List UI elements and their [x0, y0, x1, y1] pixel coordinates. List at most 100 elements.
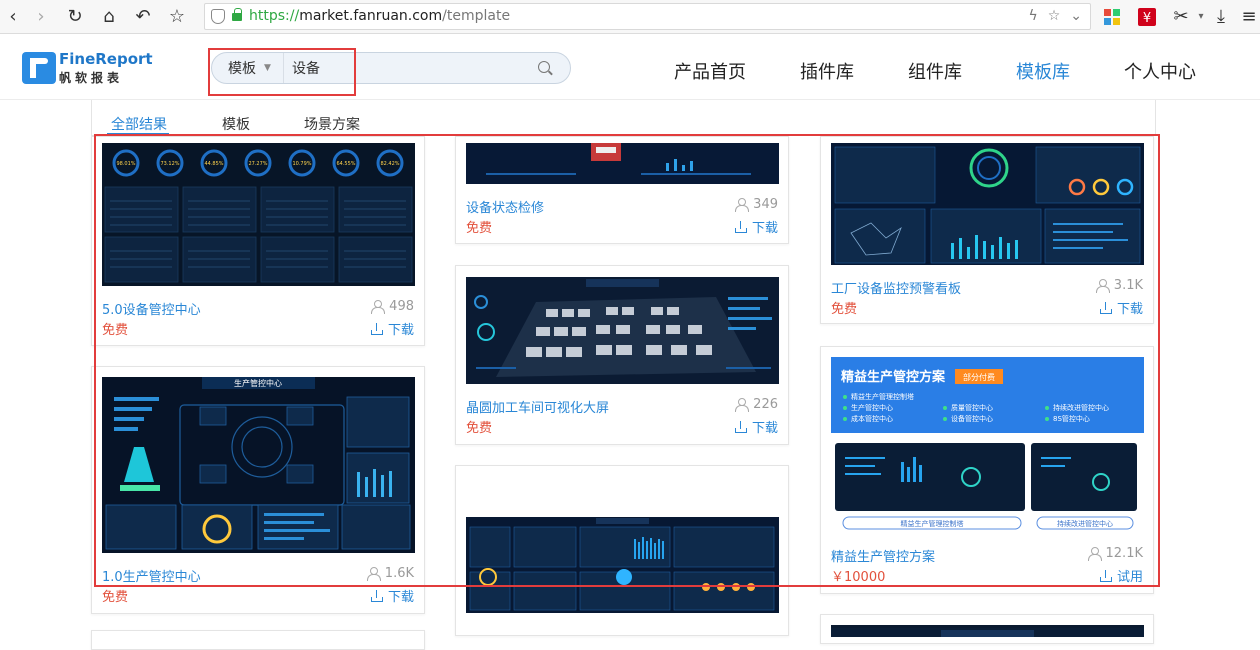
nav-templates[interactable]: 模板库: [1016, 58, 1070, 84]
address-actions: ϟ ☆ ⌄: [1028, 8, 1082, 24]
scissors-menu-icon[interactable]: ▾: [1190, 6, 1212, 28]
card-title[interactable]: 设备状态检修: [466, 197, 544, 216]
tab-scenario-solutions[interactable]: 场景方案: [304, 114, 360, 134]
scissors-icon[interactable]: ✂: [1170, 6, 1192, 28]
svg-text:8S管控中心: 8S管控中心: [1053, 414, 1090, 423]
trial-button[interactable]: 试用: [1099, 566, 1143, 585]
nav-home[interactable]: 产品首页: [674, 58, 746, 84]
chevron-down-icon[interactable]: ⌄: [1070, 8, 1082, 24]
template-card[interactable]: 工厂设备监控预警看板 免费 3.1K 下载: [820, 136, 1154, 324]
card-views: 12.1K: [1087, 546, 1143, 561]
forward-icon[interactable]: ›: [30, 6, 52, 28]
tab-all-results[interactable]: 全部结果: [111, 114, 167, 134]
download-icon: [370, 589, 383, 602]
template-thumbnail[interactable]: 生产管控中心: [102, 377, 415, 553]
template-thumbnail[interactable]: [831, 143, 1144, 265]
logo-icon[interactable]: [22, 52, 56, 84]
reload-icon[interactable]: ↻: [64, 6, 86, 28]
kpi-value: 73.12%: [160, 161, 179, 167]
back-icon[interactable]: ‹: [2, 6, 24, 28]
download-icon: [734, 420, 747, 433]
address-bar[interactable]: https://market.fanruan.com/template ϟ ☆ …: [204, 3, 1091, 30]
thumb-title: 精益生产管控方案: [841, 369, 946, 385]
card-views: 226: [735, 397, 778, 412]
card-price: ￥10000: [831, 570, 886, 585]
bookmark-star-icon[interactable]: ☆: [166, 6, 188, 28]
extension-icon[interactable]: ¥: [1136, 6, 1158, 28]
card-title[interactable]: 晶圆加工车间可视化大屏: [466, 397, 609, 416]
template-thumbnail[interactable]: 98.01% 73.12% 44.85% 27.27% 10.79% 64.55% 8…: [102, 143, 415, 286]
template-thumbnail[interactable]: [466, 143, 779, 184]
card-price: 免费: [831, 302, 858, 317]
card-price: 免费: [466, 221, 493, 236]
shield-icon: [211, 9, 225, 24]
menu-icon[interactable]: ≡: [1238, 6, 1260, 28]
download-button[interactable]: 下载: [370, 319, 414, 338]
template-thumbnail[interactable]: [831, 625, 1144, 637]
template-thumbnail[interactable]: [466, 277, 779, 384]
template-card[interactable]: 设备状态检修 免费 349 下载: [455, 136, 789, 244]
download-button[interactable]: 下载: [734, 417, 778, 436]
windows-grid-icon[interactable]: [1101, 6, 1123, 28]
logo-text-cn[interactable]: 帆软报表: [59, 69, 123, 86]
url-text: https://market.fanruan.com/template: [249, 8, 511, 24]
download-button[interactable]: 下载: [734, 217, 778, 236]
nav-personal-center[interactable]: 个人中心: [1124, 58, 1196, 84]
card-title[interactable]: 5.0设备管控中心: [102, 299, 201, 318]
template-card[interactable]: [91, 630, 425, 650]
lock-icon: [232, 8, 242, 21]
search-icon[interactable]: [538, 61, 550, 73]
download-button[interactable]: 下载: [1099, 298, 1143, 317]
svg-text:生产管控中心: 生产管控中心: [851, 403, 893, 412]
user-icon: [1095, 279, 1110, 293]
svg-text:持续改进管控中心: 持续改进管控中心: [1057, 519, 1113, 528]
tab-templates[interactable]: 模板: [222, 114, 250, 134]
active-tab-indicator: [107, 133, 169, 135]
svg-text:持续改进管控中心: 持续改进管控中心: [1053, 403, 1109, 412]
kpi-value: 44.85%: [204, 161, 223, 167]
kpi-value: 10.79%: [292, 161, 311, 167]
filter-tabs: 全部结果 模板 场景方案: [91, 100, 1156, 136]
download-icon[interactable]: ⤓: [1210, 6, 1232, 28]
card-views: 3.1K: [1095, 278, 1143, 293]
template-thumbnail[interactable]: [466, 517, 779, 613]
download-icon: [370, 322, 383, 335]
template-card[interactable]: [455, 465, 789, 636]
card-price: 免费: [466, 421, 493, 436]
user-icon: [735, 398, 750, 412]
thumb-badge: 部分付费: [963, 372, 995, 382]
user-icon: [1087, 547, 1102, 561]
site-header: FineReport 帆软报表 模板 ▼: [0, 34, 1260, 100]
template-card[interactable]: 晶圆加工车间可视化大屏 免费 226 下载: [455, 265, 789, 445]
download-icon: [734, 220, 747, 233]
card-views: 1.6K: [366, 566, 414, 581]
lightning-icon[interactable]: ϟ: [1028, 8, 1037, 24]
logo-text-en[interactable]: FineReport: [59, 50, 153, 68]
card-price: 免费: [102, 590, 129, 605]
thumb-title: 生产管控中心: [234, 378, 282, 388]
download-button[interactable]: 下载: [370, 586, 414, 605]
svg-text:精益生产管理控制塔: 精益生产管理控制塔: [901, 519, 964, 528]
card-title[interactable]: 工厂设备监控预警看板: [831, 278, 961, 297]
user-icon: [366, 567, 381, 581]
card-title[interactable]: 精益生产管控方案: [831, 546, 935, 565]
card-views: 349: [735, 197, 778, 212]
download-icon: [1099, 569, 1112, 582]
svg-text:成本管控中心: 成本管控中心: [851, 414, 893, 423]
template-card[interactable]: 生产管控中心 1.0生产管控中心 免费 1.6K 下载: [91, 366, 425, 614]
card-views: 498: [371, 299, 414, 314]
template-card[interactable]: 98.01% 73.12% 44.85% 27.27% 10.79% 64.55% 8…: [91, 136, 425, 346]
nav-plugins[interactable]: 插件库: [800, 58, 854, 84]
template-card[interactable]: [820, 614, 1154, 644]
home-icon[interactable]: ⌂: [98, 6, 120, 28]
template-card[interactable]: 精益生产管控方案 部分付费 精益生产管理控制塔 生产管控中心 质量管控中心 持续…: [820, 346, 1154, 594]
card-title[interactable]: 1.0生产管控中心: [102, 566, 201, 585]
svg-text:精益生产管理控制塔: 精益生产管理控制塔: [851, 392, 914, 401]
star-icon[interactable]: ☆: [1048, 8, 1061, 24]
undo-icon[interactable]: ↶: [132, 6, 154, 28]
kpi-value: 27.27%: [248, 161, 267, 167]
nav-components[interactable]: 组件库: [908, 58, 962, 84]
template-thumbnail[interactable]: 精益生产管控方案 部分付费 精益生产管理控制塔 生产管控中心 质量管控中心 持续…: [831, 357, 1144, 535]
svg-text:¥: ¥: [1143, 11, 1151, 26]
kpi-value: 64.55%: [336, 161, 355, 167]
